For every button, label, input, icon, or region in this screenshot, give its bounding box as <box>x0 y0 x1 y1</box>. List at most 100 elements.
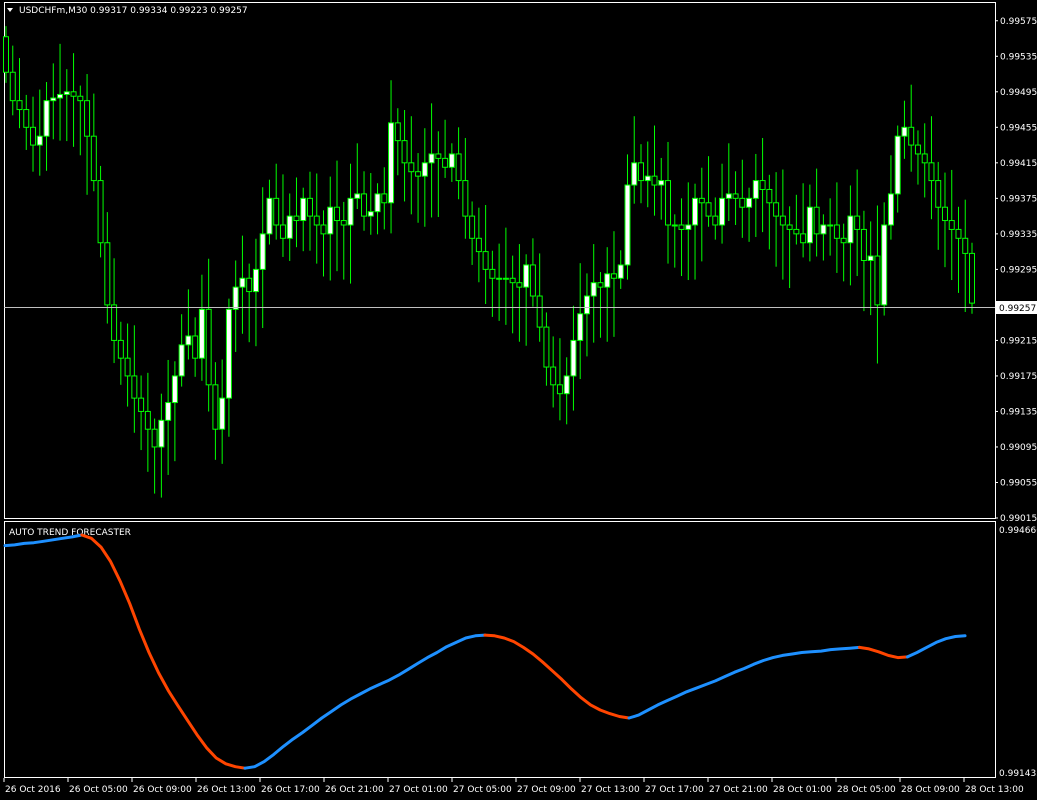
candle-body-bear <box>550 366 557 386</box>
price-label: 0.99095 <box>1000 443 1037 453</box>
price-label: 0.99015 <box>1000 514 1037 524</box>
candle-body-bear <box>941 206 948 222</box>
candle-body-bear <box>320 224 327 235</box>
candle-body-bull <box>367 211 374 217</box>
candle-body-bear <box>340 220 347 226</box>
candle-body-bear <box>192 335 199 359</box>
time-label: 28 Oct 01:00 <box>773 785 832 795</box>
candle-body-bull <box>239 277 246 288</box>
candle-body-bull <box>746 197 753 208</box>
candle-body-bull <box>171 375 178 404</box>
candle-body-bear <box>442 157 449 168</box>
candle-body-bull <box>232 286 239 310</box>
price-label: 0.99495 <box>1000 88 1037 98</box>
candle-body-bear <box>705 202 712 217</box>
current-price-label: 0.99257 <box>999 304 1036 314</box>
time-label: 26 Oct 09:00 <box>133 785 192 795</box>
current-price-tag: 0.99257 <box>996 301 1037 314</box>
indicator-top-label: 0.994666 <box>999 526 1037 536</box>
price-label: 0.99215 <box>1000 336 1037 346</box>
price-label: 0.99535 <box>1000 52 1037 62</box>
candle-body-bull <box>354 193 361 199</box>
candle-body-bull <box>617 264 624 279</box>
candle-body-bear <box>854 215 861 230</box>
candle-body-bear <box>969 252 975 304</box>
candle-body-bear <box>16 100 23 111</box>
candle-body-bull <box>570 339 577 377</box>
candle-body-bull <box>286 215 293 239</box>
candle-body-bear <box>529 264 536 297</box>
candle-body-bear <box>914 144 921 155</box>
candle-body-bull <box>692 197 699 226</box>
candle-body-bull <box>198 308 205 359</box>
candle-body-bear <box>90 135 97 182</box>
candle-body-bull <box>36 135 43 146</box>
candle-body-bear <box>70 91 77 97</box>
price-label: 0.99175 <box>1000 372 1037 382</box>
candle-body-bull <box>624 184 631 266</box>
candle-body-bear <box>77 95 84 102</box>
candle-body-bull <box>901 126 908 137</box>
candle-body-bear <box>678 224 685 230</box>
candle-body-bear <box>766 188 773 204</box>
candle-body-bear <box>30 126 37 146</box>
candle-body-bear <box>415 171 422 177</box>
candle-body-bear <box>401 140 408 164</box>
candle-body-bear <box>469 215 476 239</box>
price-label: 0.99335 <box>1000 230 1037 240</box>
candle-body-bear <box>536 295 543 328</box>
time-label: 27 Oct 05:00 <box>453 785 512 795</box>
candle-body-bear <box>273 197 280 226</box>
candle-body-bull <box>523 264 530 288</box>
candle-body-bull <box>225 308 232 399</box>
candle-body-bull <box>496 277 503 280</box>
candle-body-bear <box>9 71 16 102</box>
candle-body-bear <box>813 206 820 235</box>
candle-body-bear <box>840 237 847 244</box>
candle-body-bear <box>779 215 786 226</box>
candle-body-bull <box>448 153 455 168</box>
time-label: 26 Oct 17:00 <box>261 785 320 795</box>
candle-body-bull <box>881 224 888 306</box>
candle-body-bull <box>300 197 307 222</box>
candle-body-bull <box>388 122 395 204</box>
candle-body-bear <box>516 282 523 288</box>
candle-body-bear <box>509 277 516 284</box>
candle-body-bear <box>935 180 942 208</box>
candle-body-bear <box>408 162 415 173</box>
candle-body-bull <box>185 335 192 346</box>
candle-body-bull <box>887 193 894 226</box>
candle-body-bull <box>719 197 726 226</box>
candle-body-bull <box>347 197 354 226</box>
candle-body-bull <box>583 295 590 315</box>
candle-body-bull <box>178 344 185 377</box>
candle-body-bear <box>124 357 131 377</box>
candle-body-bull <box>266 197 273 235</box>
price-label: 0.99295 <box>1000 265 1037 275</box>
candle-body-bull <box>428 153 435 164</box>
candle-body-bear <box>361 193 368 217</box>
candle-body-bull <box>219 397 226 430</box>
indicator-bottom-label: 0.991435 <box>999 769 1037 779</box>
candle-body-bull <box>658 180 665 186</box>
candle-body-bear <box>97 180 104 244</box>
candle-body-bull <box>43 100 50 137</box>
time-label: 28 Oct 05:00 <box>837 785 896 795</box>
candle-body-bear <box>739 197 746 208</box>
candle-body-bull <box>63 91 70 95</box>
candle-body-bear <box>482 251 489 270</box>
candle-body-bull <box>259 233 266 270</box>
time-label: 26 Oct 21:00 <box>325 785 384 795</box>
candle-body-bear <box>955 228 962 239</box>
time-label: 27 Oct 17:00 <box>645 785 704 795</box>
candle-body-bull <box>820 224 827 235</box>
candle-body-bear <box>212 384 219 430</box>
candle-body-bull <box>577 313 584 341</box>
candle-body-bear <box>394 122 401 142</box>
candle-body-bear <box>732 193 739 199</box>
candle-body-bull <box>806 206 813 244</box>
time-label: 26 Oct 13:00 <box>197 785 256 795</box>
candle-body-bear <box>874 255 881 306</box>
candle-body-bear <box>651 175 658 186</box>
price-axis: 0.99575 0.99535 0.99495 0.99455 0.99415 0.993… <box>995 17 1037 524</box>
